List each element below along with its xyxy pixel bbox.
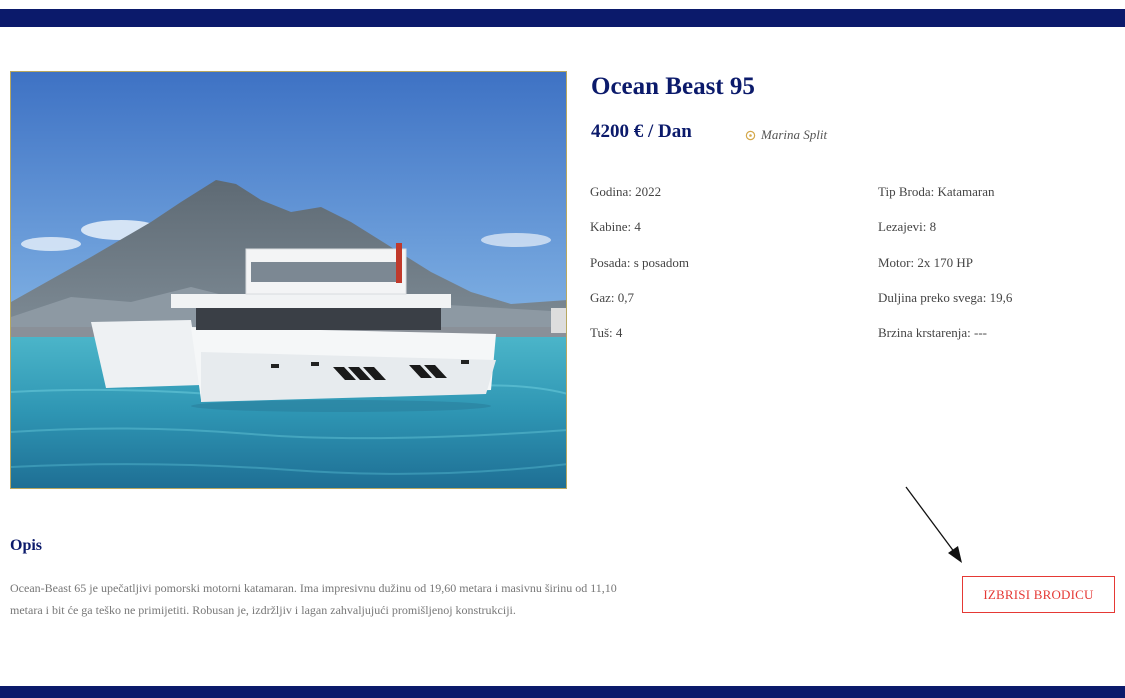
spec-label: Brzina krstarenja: — [878, 325, 971, 340]
spec-crew: Posada: s posadom — [590, 255, 689, 271]
delete-boat-button[interactable]: IZBRISI BRODICU — [962, 576, 1115, 613]
spec-value: 0,7 — [617, 290, 635, 305]
spec-value: 19,6 — [989, 290, 1013, 305]
boat-price: 4200 € / Dan — [591, 121, 692, 142]
footer-bar — [0, 686, 1125, 698]
spec-value: --- — [974, 325, 988, 340]
spec-length: Duljina preko svega: 19,6 — [878, 290, 1012, 306]
spec-label: Gaz: — [590, 290, 615, 305]
spec-value: 4 — [615, 325, 623, 340]
spec-value: 2022 — [635, 184, 662, 199]
spec-label: Kabine: — [590, 219, 632, 234]
spec-value: 8 — [929, 219, 937, 234]
boat-photo — [10, 71, 567, 489]
spec-label: Posada: — [590, 255, 631, 270]
spec-cruising-speed: Brzina krstarenja: --- — [878, 325, 987, 341]
spec-value: 4 — [634, 219, 641, 234]
boat-title: Ocean Beast 95 — [591, 73, 755, 100]
arrow-icon — [905, 486, 962, 563]
spec-value: 2x 170 HP — [917, 255, 973, 270]
spec-boat-type: Tip Broda: Katamaran — [878, 184, 995, 200]
spec-value: Katamaran — [937, 184, 995, 199]
spec-label: Godina: — [590, 184, 632, 199]
spec-showers: Tuš: 4 — [590, 325, 622, 341]
spec-cabins: Kabine: 4 — [590, 219, 641, 235]
spec-berths: Lezajevi: 8 — [878, 219, 936, 235]
spec-engine: Motor: 2x 170 HP — [878, 255, 973, 271]
description-line: metara i bit će ga teško ne primijetiti.… — [10, 603, 516, 617]
boat-location: Marina Split — [745, 127, 827, 143]
spec-value: s posadom — [633, 255, 689, 270]
spec-label: Tip Broda: — [878, 184, 935, 199]
description-heading: Opis — [10, 537, 43, 554]
spec-label: Motor: — [878, 255, 915, 270]
description-line: Ocean-Beast 65 je upečatljivi pomorski m… — [10, 581, 617, 595]
map-pin-icon — [745, 130, 756, 140]
spec-label: Duljina preko svega: — [878, 290, 987, 305]
spec-label: Tuš: — [590, 325, 613, 340]
spec-year: Godina: 2022 — [590, 184, 661, 200]
spec-draft: Gaz: 0,7 — [590, 290, 634, 306]
description-text: Ocean-Beast 65 je upečatljivi pomorski m… — [10, 577, 670, 621]
location-label: Marina Split — [761, 127, 828, 142]
header-bar — [0, 9, 1125, 27]
spec-label: Lezajevi: — [878, 219, 927, 234]
